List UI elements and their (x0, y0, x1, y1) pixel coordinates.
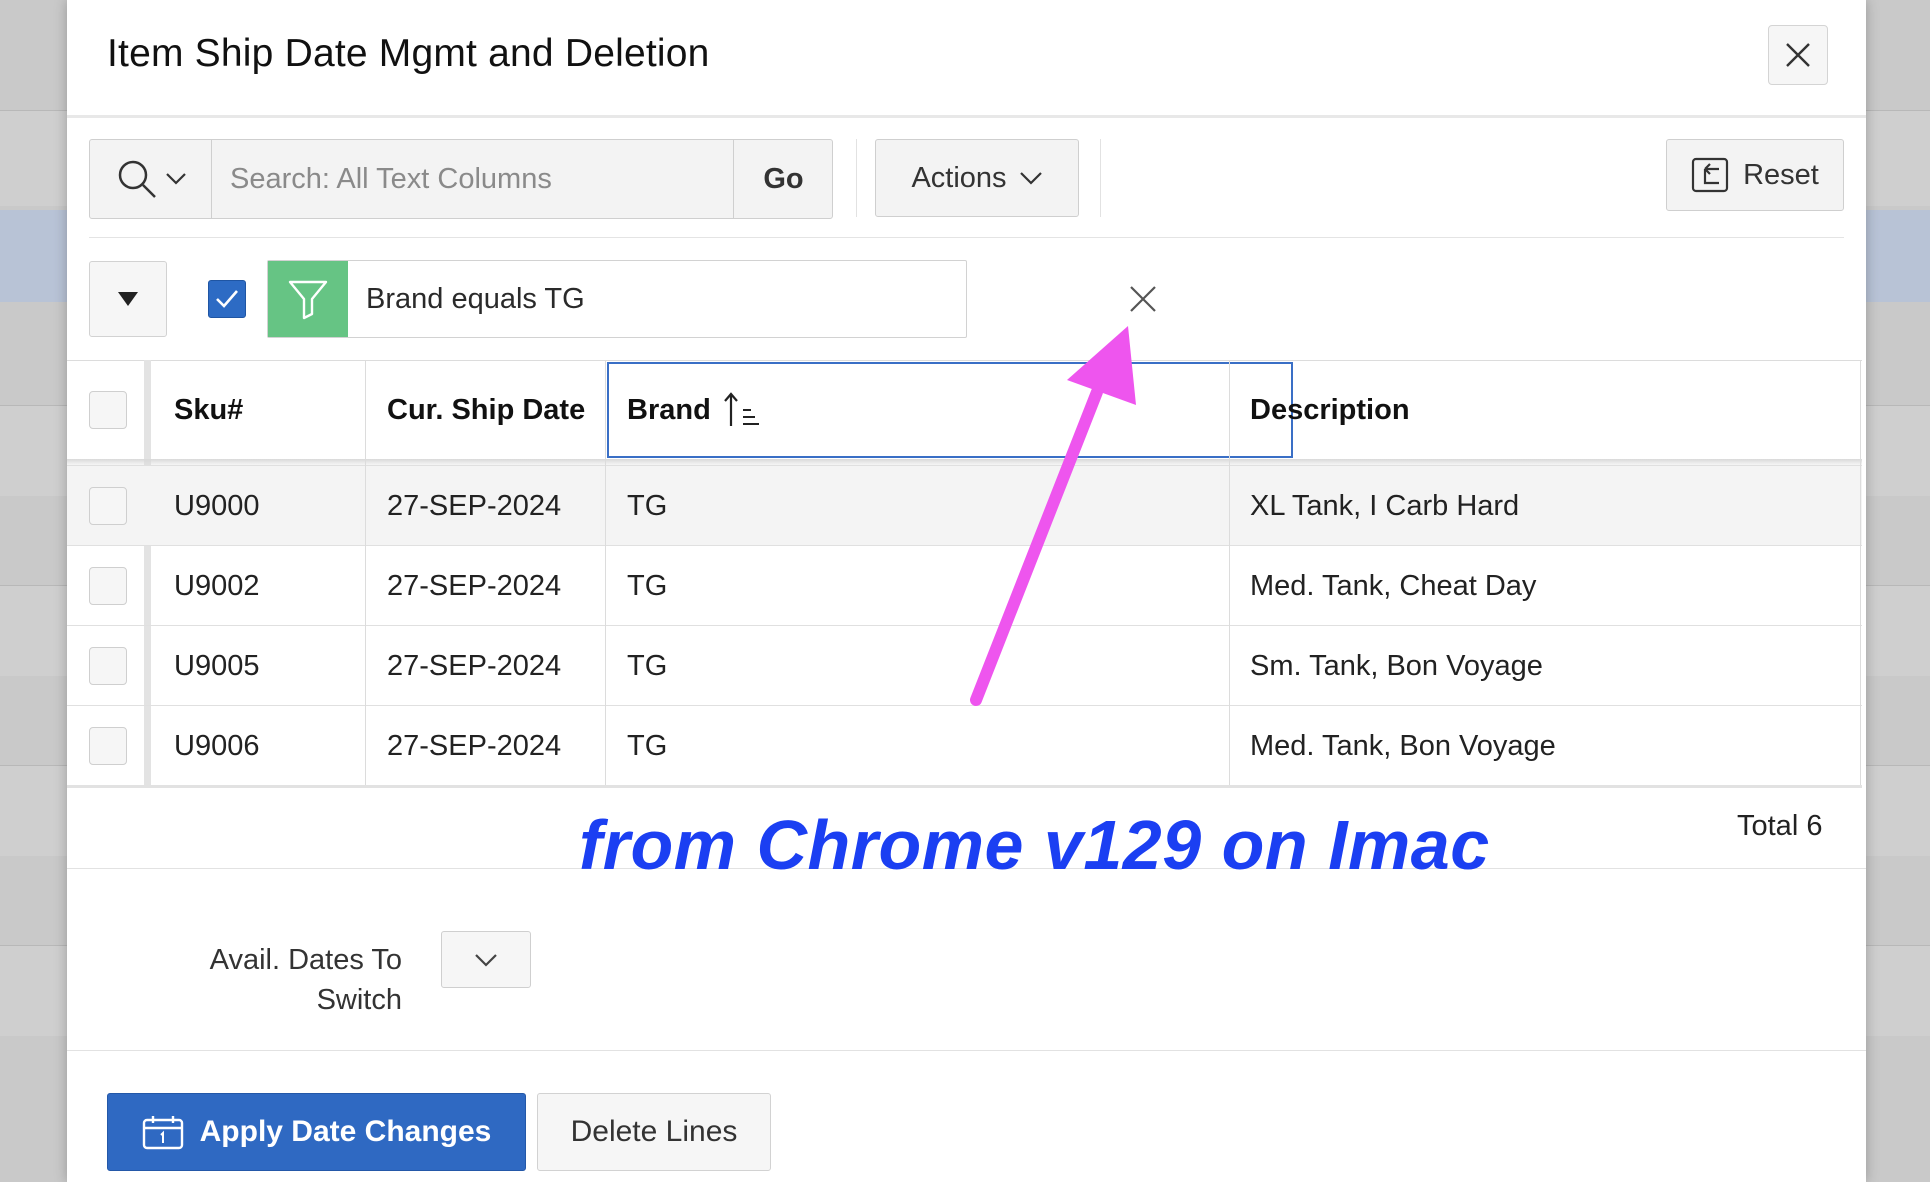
cell-sku: U9000 (174, 490, 260, 522)
triangle-down-icon (118, 292, 138, 306)
table-row[interactable]: U9000 27-SEP-2024 TG XL Tank, I Carb Har… (67, 465, 1862, 545)
toolbar-divider (856, 139, 857, 217)
chevron-down-icon (165, 173, 186, 185)
cell-ship-date: 27-SEP-2024 (387, 490, 562, 522)
column-divider (1860, 360, 1861, 787)
report-settings-toggle[interactable] (89, 261, 167, 337)
close-icon (1786, 43, 1810, 67)
remove-filter-button[interactable] (1123, 279, 1163, 319)
sort-ascending-icon (723, 392, 759, 426)
avail-dates-label: Avail. Dates To Switch (147, 940, 402, 1020)
delete-lines-button[interactable]: Delete Lines (537, 1093, 771, 1171)
toolbar-divider (1100, 139, 1101, 217)
cell-description: Sm. Tank, Bon Voyage (1250, 650, 1543, 682)
cell-description: Med. Tank, Cheat Day (1250, 570, 1537, 602)
filter-icon-box (268, 261, 348, 337)
table-row[interactable]: U9006 27-SEP-2024 TG Med. Tank, Bon Voya… (67, 705, 1862, 785)
search-icon (118, 160, 156, 198)
cell-sku: U9006 (174, 730, 260, 762)
row-checkbox[interactable] (89, 647, 127, 685)
chevron-down-icon (1019, 172, 1042, 185)
close-icon (1130, 286, 1156, 312)
apply-date-changes-button[interactable]: Apply Date Changes (107, 1093, 526, 1171)
cell-description: XL Tank, I Carb Hard (1250, 490, 1520, 522)
search-bar: Go (89, 139, 833, 219)
select-all-checkbox[interactable] (89, 391, 127, 429)
row-checkbox[interactable] (89, 487, 127, 525)
column-header-description[interactable]: Description (1250, 360, 1410, 460)
chevron-down-icon (475, 953, 497, 967)
filter-icon (288, 280, 328, 320)
table-row[interactable]: U9005 27-SEP-2024 TG Sm. Tank, Bon Voyag… (67, 625, 1862, 705)
cell-brand: TG (627, 490, 668, 522)
brand-header-label: Brand (627, 394, 711, 426)
filter-chip[interactable]: Brand equals TG (267, 260, 967, 338)
cell-brand: TG (627, 570, 668, 602)
reset-icon (1692, 157, 1729, 193)
column-divider (365, 360, 366, 787)
calendar-icon (142, 1116, 183, 1150)
column-header-ship-date[interactable]: Cur. Ship Date (387, 360, 605, 460)
row-total: Total 6 (1737, 810, 1823, 842)
filter-enable-checkbox[interactable] (208, 280, 246, 318)
table-row[interactable]: U9002 27-SEP-2024 TG Med. Tank, Cheat Da… (67, 545, 1862, 625)
actions-label: Actions (911, 161, 1007, 194)
cell-brand: TG (627, 650, 668, 682)
column-header-sku[interactable]: Sku# (174, 360, 243, 460)
reset-button[interactable]: Reset (1666, 139, 1844, 211)
grid-bottom-border (67, 785, 1862, 788)
row-checkbox[interactable] (89, 727, 127, 765)
avail-dates-select[interactable] (441, 931, 531, 988)
modal-dialog: Item Ship Date Mgmt and Deletion Go Acti… (67, 0, 1866, 1182)
reset-label: Reset (1743, 158, 1819, 191)
cell-brand: TG (627, 730, 668, 762)
column-divider (605, 360, 606, 787)
search-column-selector[interactable] (90, 140, 212, 218)
cell-ship-date: 27-SEP-2024 (387, 570, 562, 602)
actions-menu-button[interactable]: Actions (875, 139, 1079, 217)
checkmark-icon (216, 290, 238, 308)
cell-description: Med. Tank, Bon Voyage (1250, 730, 1556, 762)
search-input[interactable] (212, 140, 732, 218)
button-region-divider (67, 1050, 1866, 1051)
go-button[interactable]: Go (733, 140, 833, 218)
title-divider (67, 115, 1866, 118)
filter-text: Brand equals TG (366, 283, 585, 315)
cell-ship-date: 27-SEP-2024 (387, 730, 562, 762)
dialog-title: Item Ship Date Mgmt and Deletion (107, 32, 710, 75)
column-divider (1229, 360, 1230, 787)
cell-sku: U9002 (174, 570, 260, 602)
toolbar-divider (89, 237, 1844, 238)
avail-dates-label-line1: Avail. Dates To (209, 944, 402, 976)
apply-date-changes-label: Apply Date Changes (199, 1115, 492, 1148)
grid-top-border (67, 360, 1862, 361)
avail-dates-label-line2: Switch (316, 984, 402, 1016)
dialog-close-button[interactable] (1768, 25, 1828, 85)
annotation-text: from Chrome v129 on Imac (579, 806, 1490, 884)
cell-sku: U9005 (174, 650, 260, 682)
column-header-brand[interactable]: Brand (627, 360, 761, 460)
cell-ship-date: 27-SEP-2024 (387, 650, 562, 682)
row-checkbox[interactable] (89, 567, 127, 605)
